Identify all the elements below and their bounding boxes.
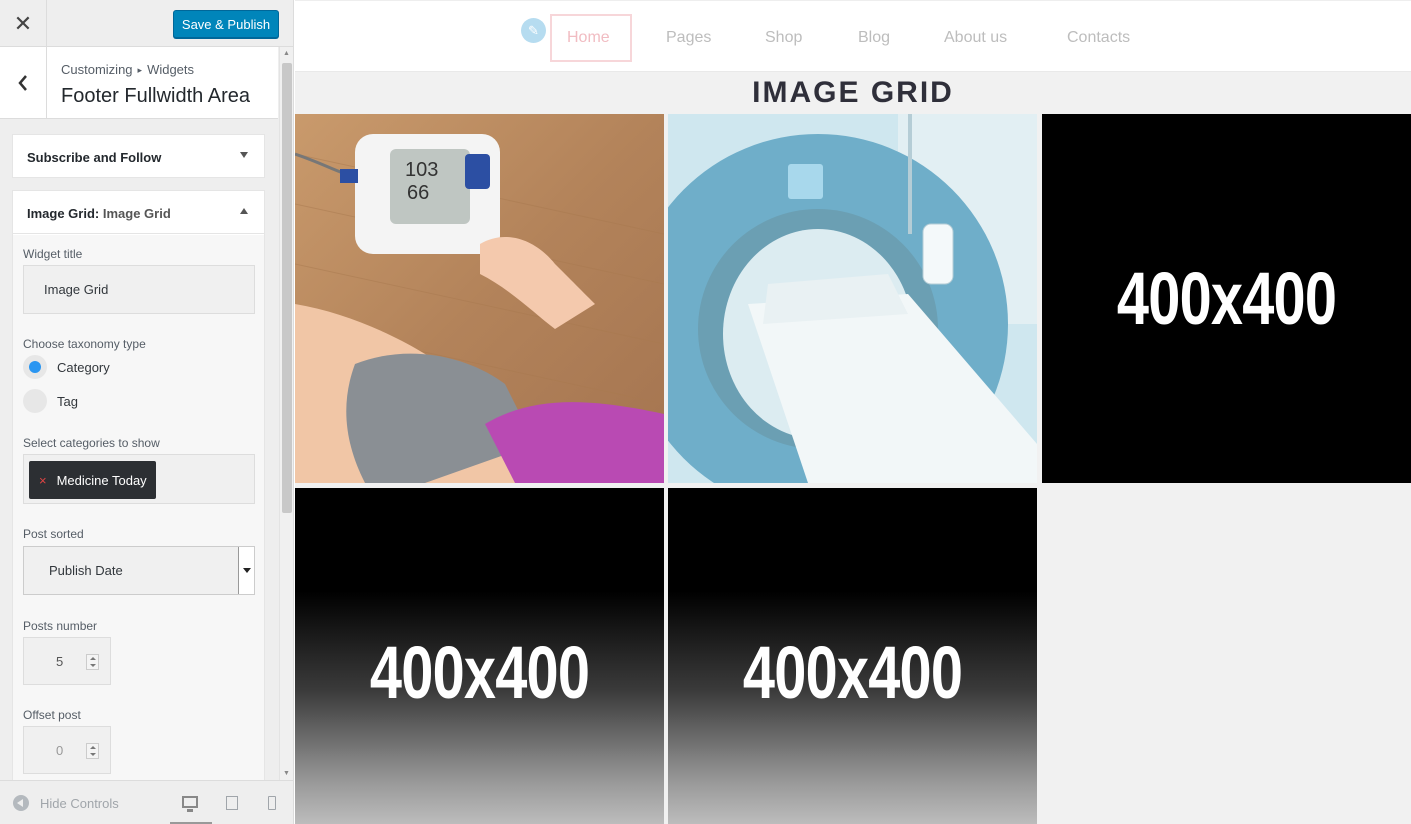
expand-arrow-icon[interactable] <box>240 152 248 158</box>
widget-title-input[interactable]: Image Grid <box>23 265 255 314</box>
number-spinner-icon[interactable] <box>86 654 99 670</box>
customizer-header: ✕ Save & Publish <box>0 0 293 47</box>
categories-label: Select categories to show <box>23 436 160 450</box>
posts-number-input[interactable]: 5 <box>23 637 111 685</box>
tablet-preview-icon[interactable] <box>226 796 238 810</box>
chevron-down-icon[interactable] <box>238 547 254 594</box>
posts-number-label: Posts number <box>23 619 98 633</box>
placeholder-label: 400x400 <box>742 631 963 714</box>
nav-item-blog[interactable]: Blog <box>858 29 890 47</box>
back-button[interactable] <box>0 47 47 119</box>
nav-item-pages[interactable]: Pages <box>666 29 711 47</box>
radio-button[interactable] <box>23 389 47 413</box>
svg-text:103: 103 <box>405 159 438 181</box>
svg-text:66: 66 <box>407 182 429 204</box>
desktop-preview-icon[interactable] <box>182 796 198 812</box>
number-value: 0 <box>56 743 64 758</box>
grid-image-blood-pressure[interactable]: 103 66 <box>295 114 664 483</box>
remove-chip-icon[interactable]: × <box>39 473 47 488</box>
breadcrumb-item: Customizing <box>61 62 133 77</box>
grid-image-placeholder[interactable]: 400x400 <box>1042 114 1411 483</box>
widget-type: Image Grid: <box>27 206 100 221</box>
number-spinner-icon[interactable] <box>86 743 99 759</box>
offset-post-label: Offset post <box>23 708 81 722</box>
scrollbar-thumb[interactable] <box>282 63 292 513</box>
nav-item-shop[interactable]: Shop <box>765 29 802 47</box>
hide-controls-button[interactable]: Hide Controls <box>13 795 119 811</box>
edit-pencil-icon[interactable]: ✎ <box>521 18 546 43</box>
placeholder-label: 400x400 <box>1116 257 1337 340</box>
widget-form: Widget title Image Grid Choose taxonomy … <box>13 235 264 791</box>
nav-item-contacts[interactable]: Contacts <box>1067 29 1130 47</box>
radio-label: Tag <box>57 393 78 409</box>
mri-scanner-photo <box>668 114 1037 483</box>
collapse-sidebar-icon <box>13 795 29 811</box>
nav-item-home[interactable]: Home <box>567 29 610 47</box>
grid-image-placeholder[interactable]: 400x400 <box>295 488 664 824</box>
site-navigation: ✎ Home Pages Shop Blog About us Contacts <box>295 0 1411 72</box>
widget-header[interactable]: Image Grid: Image Grid <box>13 191 264 234</box>
widget-title: Image Grid: Image Grid <box>27 206 171 221</box>
chevron-left-icon <box>18 75 27 91</box>
grid-image-mri[interactable] <box>668 114 1037 483</box>
blood-pressure-photo: 103 66 <box>295 114 664 483</box>
widget-header[interactable]: Subscribe and Follow <box>13 135 264 178</box>
breadcrumb: Customizing ▸ Widgets <box>61 62 194 77</box>
image-grid-heading: IMAGE GRID <box>752 76 954 109</box>
radio-category[interactable]: Category <box>23 355 110 379</box>
widget-instance-title: Image Grid <box>102 206 171 221</box>
widget-subscribe-and-follow[interactable]: Subscribe and Follow <box>12 134 265 178</box>
categories-multiselect[interactable]: × Medicine Today <box>23 454 255 504</box>
offset-post-input[interactable]: 0 <box>23 726 111 774</box>
breadcrumb-item: Widgets <box>147 62 195 77</box>
radio-label: Category <box>57 359 110 375</box>
breadcrumb-separator-icon: ▸ <box>137 65 143 75</box>
category-chip: × Medicine Today <box>29 461 156 499</box>
post-sorted-label: Post sorted <box>23 527 84 541</box>
widget-title: Subscribe and Follow <box>27 150 162 165</box>
save-publish-button[interactable]: Save & Publish <box>173 10 279 38</box>
mobile-preview-icon[interactable] <box>268 796 276 810</box>
site-preview: ✎ Home Pages Shop Blog About us Contacts… <box>295 0 1411 824</box>
hide-controls-label: Hide Controls <box>40 795 119 811</box>
customizer-footer: Hide Controls <box>0 780 293 824</box>
select-value: Publish Date <box>49 563 123 578</box>
taxonomy-type-label: Choose taxonomy type <box>23 337 146 351</box>
close-customizer-button[interactable]: ✕ <box>0 0 47 47</box>
widget-image-grid: Image Grid: Image Grid Widget title Imag… <box>12 190 265 791</box>
collapse-arrow-icon[interactable] <box>240 208 248 214</box>
section-header: Customizing ▸ Widgets Footer Fullwidth Are… <box>0 47 278 119</box>
section-title: Footer Fullwidth Area <box>61 85 250 107</box>
widget-title-label: Widget title <box>23 247 83 261</box>
post-sorted-select[interactable]: Publish Date <box>23 546 255 595</box>
radio-tag[interactable]: Tag <box>23 389 78 413</box>
number-value: 5 <box>56 654 64 669</box>
radio-button-checked[interactable] <box>23 355 47 379</box>
scroll-down-icon[interactable]: ▼ <box>283 770 290 777</box>
scroll-up-icon[interactable]: ▲ <box>283 50 290 57</box>
nav-item-about-us[interactable]: About us <box>944 29 1007 47</box>
placeholder-label: 400x400 <box>369 631 590 714</box>
sidebar-scrollbar[interactable]: ▲ ▼ <box>279 47 293 780</box>
customizer-sidebar: ✕ Save & Publish Customizing ▸ Widgets Foo… <box>0 0 294 824</box>
close-icon: ✕ <box>13 10 33 36</box>
grid-image-placeholder[interactable]: 400x400 <box>668 488 1037 824</box>
chip-label: Medicine Today <box>56 472 147 488</box>
